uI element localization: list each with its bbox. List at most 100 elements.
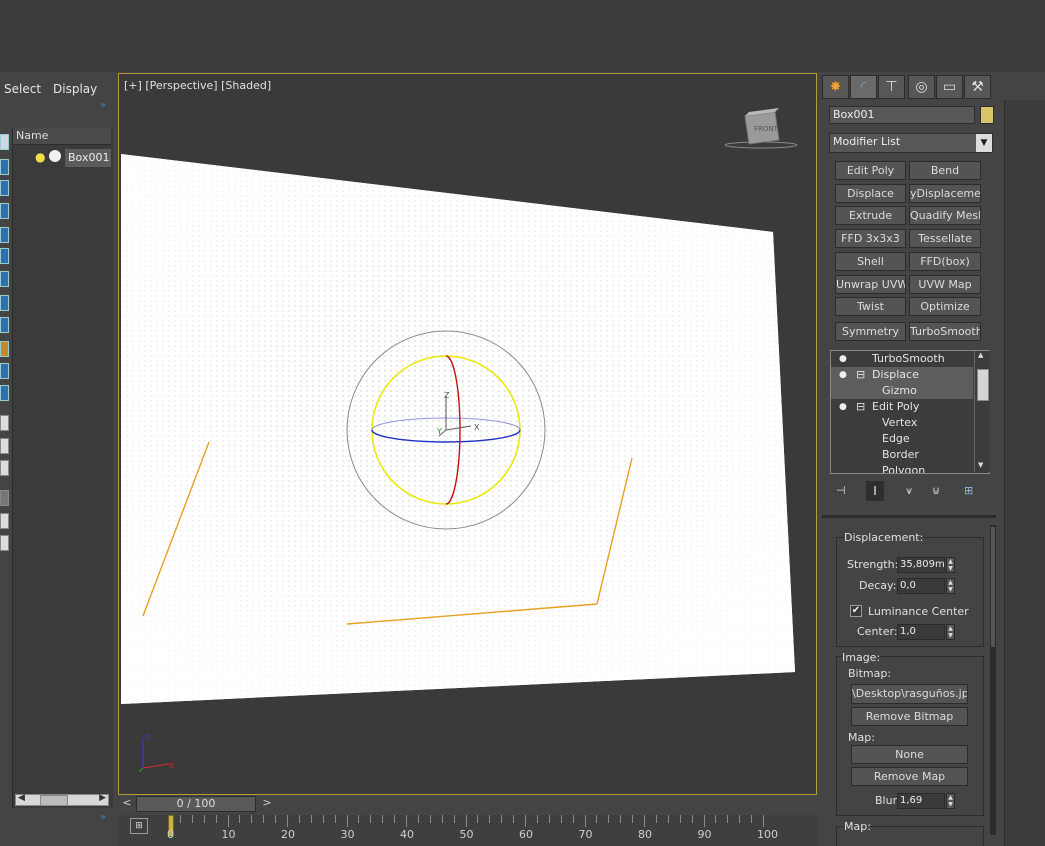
- remove-map-button[interactable]: Remove Map: [851, 767, 968, 786]
- object-name-field[interactable]: Box001: [829, 106, 975, 124]
- prev-frame-button[interactable]: <: [120, 796, 134, 812]
- spinner-arrows-icon[interactable]: ▲ ▼: [946, 793, 955, 809]
- stack-item[interactable]: Edge: [831, 431, 973, 447]
- stack-item[interactable]: ● ⊟ Displace: [831, 367, 973, 383]
- modifier-button-turbosmooth[interactable]: TurboSmooth: [909, 322, 981, 341]
- bitmap-button[interactable]: \Desktop\rasguños.jpg: [851, 684, 968, 704]
- modifier-button-twist[interactable]: Twist: [835, 297, 906, 316]
- display-warps-icon[interactable]: [0, 271, 9, 287]
- make-unique-icon[interactable]: ⩛: [906, 484, 912, 498]
- modifier-button-edit-poly[interactable]: Edit Poly: [835, 161, 906, 180]
- decay-value[interactable]: 0,0: [897, 578, 945, 594]
- frame-counter[interactable]: 0 / 100: [136, 796, 256, 812]
- luminance-checkbox[interactable]: ✔: [850, 605, 862, 617]
- display-containers-icon[interactable]: [0, 363, 9, 379]
- scroll-right-icon[interactable]: ▶: [99, 793, 106, 803]
- spinner-arrows-icon[interactable]: ▲ ▼: [946, 557, 955, 573]
- display-bones-icon[interactable]: [0, 341, 9, 357]
- display-cameras-icon[interactable]: [0, 227, 9, 243]
- spinner-arrows-icon[interactable]: ▲ ▼: [946, 578, 955, 594]
- pin-stack-icon[interactable]: ⊣: [836, 484, 846, 497]
- object-color-swatch[interactable]: [980, 106, 994, 124]
- modifier-button-symmetry[interactable]: Symmetry: [835, 322, 906, 341]
- expand-icon[interactable]: ⊟: [856, 367, 865, 383]
- blur-spinner[interactable]: 1,69 ▲ ▼: [897, 793, 955, 809]
- scroll-down-icon[interactable]: ▼: [978, 461, 983, 469]
- modify-tab[interactable]: ◜: [850, 75, 877, 99]
- stack-item[interactable]: Gizmo: [831, 383, 973, 399]
- sort-icon[interactable]: [0, 535, 9, 551]
- chevron-down-icon[interactable]: ▼: [976, 134, 992, 152]
- layer-icon[interactable]: [0, 513, 9, 529]
- modifier-button-ffd-3x3x3[interactable]: FFD 3x3x3: [835, 229, 906, 248]
- remove-modifier-icon[interactable]: ⊍: [932, 484, 940, 497]
- show-end-result-icon[interactable]: Ⅰ: [866, 481, 884, 501]
- modifier-button-ffd-box-[interactable]: FFD(box): [909, 252, 981, 271]
- display-dependents-icon[interactable]: [0, 460, 9, 476]
- track-bar[interactable]: ⊞ 0 10 20 30 40 50 60 70 80 90 100: [118, 815, 818, 846]
- modifier-button-uvw-map[interactable]: UVW Map: [909, 275, 981, 294]
- stack-item[interactable]: Border: [831, 447, 973, 463]
- center-spinner[interactable]: 1,0 ▲ ▼: [897, 624, 955, 640]
- display-shapes-icon[interactable]: [0, 180, 9, 196]
- menu-display[interactable]: Display: [53, 82, 97, 96]
- modifier-button-optimize[interactable]: Optimize: [909, 297, 981, 316]
- configure-modifier-sets-icon[interactable]: ⊞: [964, 484, 973, 497]
- explorer-column-header[interactable]: Name: [13, 128, 111, 145]
- stack-item[interactable]: Vertex: [831, 415, 973, 431]
- strength-value[interactable]: 35,809mm: [897, 557, 945, 573]
- explorer-more-icon[interactable]: »: [100, 812, 106, 823]
- motion-tab[interactable]: ◎: [908, 75, 935, 99]
- center-value[interactable]: 1,0: [897, 624, 945, 640]
- scroll-up-icon[interactable]: ▲: [978, 351, 983, 359]
- display-groups-icon[interactable]: [0, 295, 9, 311]
- display-influences-icon[interactable]: [0, 438, 9, 454]
- modifier-on-icon[interactable]: ●: [839, 399, 847, 415]
- modifier-button-shell[interactable]: Shell: [835, 252, 906, 271]
- time-slider[interactable]: < 0 / 100 >: [118, 796, 278, 812]
- expand-menu-icon[interactable]: »: [100, 100, 106, 111]
- modifier-on-icon[interactable]: ●: [839, 351, 847, 367]
- panel-scrollbar[interactable]: [990, 525, 996, 835]
- display-none-icon[interactable]: [0, 134, 9, 150]
- next-frame-button[interactable]: >: [260, 796, 274, 812]
- display-children-icon[interactable]: [0, 415, 9, 431]
- blur-value[interactable]: 1,69: [897, 793, 945, 809]
- display-xrefs-icon[interactable]: [0, 317, 9, 333]
- modifier-button-displace[interactable]: Displace: [835, 184, 906, 203]
- viewcube[interactable]: FRONT: [724, 108, 798, 149]
- explorer-row[interactable]: ● Box001: [13, 148, 111, 168]
- display-frozen-icon[interactable]: [0, 385, 9, 401]
- hierarchy-tab[interactable]: ⊤: [878, 75, 905, 99]
- map-button[interactable]: None: [851, 745, 968, 764]
- modifier-list-dropdown[interactable]: Modifier List ▼: [829, 133, 993, 153]
- create-tab[interactable]: ✸: [822, 75, 849, 99]
- modifier-button-quadify-mesh[interactable]: Quadify Mesh: [909, 206, 981, 225]
- stack-item[interactable]: ● TurboSmooth: [831, 351, 973, 367]
- light-bulb-icon[interactable]: ●: [35, 150, 45, 164]
- scroll-left-icon[interactable]: ◀: [18, 793, 25, 803]
- modifier-button-ydisplacement[interactable]: yDisplacement: [909, 184, 981, 203]
- modifier-button-bend[interactable]: Bend: [909, 161, 981, 180]
- display-tab[interactable]: ▭: [936, 75, 963, 99]
- displaced-plane-mesh[interactable]: [121, 154, 795, 704]
- modifier-button-extrude[interactable]: Extrude: [835, 206, 906, 225]
- modifier-button-tessellate[interactable]: Tessellate: [909, 229, 981, 248]
- stack-item[interactable]: Polygon: [831, 463, 973, 473]
- display-helpers-icon[interactable]: [0, 248, 9, 264]
- remove-bitmap-button[interactable]: Remove Bitmap: [851, 707, 968, 726]
- modifier-on-icon[interactable]: ●: [839, 367, 847, 383]
- display-geometry-icon[interactable]: [0, 159, 9, 175]
- filter-icon[interactable]: [0, 490, 9, 506]
- horizontal-scrollbar[interactable]: ◀ ▶: [15, 793, 109, 806]
- stack-item[interactable]: ● ⊟ Edit Poly: [831, 399, 973, 415]
- scroll-thumb[interactable]: [977, 369, 989, 401]
- modifier-stack[interactable]: ● TurboSmooth ● ⊟ Displace Gizmo ● ⊟ Edit Poly Ve…: [830, 350, 990, 474]
- utilities-tab[interactable]: ⚒: [964, 75, 991, 99]
- scroll-thumb[interactable]: [40, 795, 68, 806]
- render-icon[interactable]: [49, 150, 61, 162]
- perspective-viewport[interactable]: [+] [Perspective] [Shaded] Z X Y FRONT Z…: [118, 73, 817, 795]
- display-lights-icon[interactable]: [0, 203, 9, 219]
- decay-spinner[interactable]: 0,0 ▲ ▼: [897, 578, 955, 594]
- open-mini-curve-editor-icon[interactable]: ⊞: [130, 818, 148, 834]
